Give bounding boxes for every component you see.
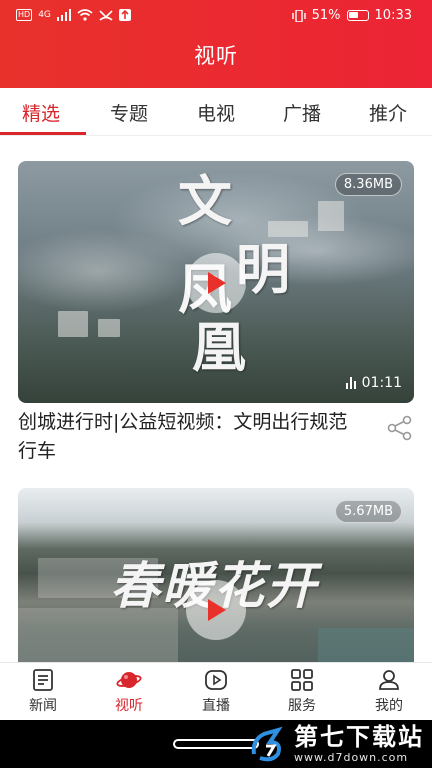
- news-icon: [33, 669, 53, 691]
- app-header: HD 4G 51% 10:33 视听: [0, 0, 432, 88]
- nav-item-live[interactable]: 直播: [186, 667, 246, 715]
- scenery-building: [98, 319, 120, 337]
- nav-item-media[interactable]: 视听: [99, 667, 159, 715]
- tab-topics[interactable]: 专题: [110, 99, 148, 126]
- grid-icon: [291, 669, 313, 691]
- nav-label: 新闻: [29, 698, 57, 714]
- status-left: HD 4G: [16, 9, 131, 21]
- nav-item-profile[interactable]: 我的: [359, 667, 419, 715]
- watermark-url: www.d7down.com: [294, 751, 409, 764]
- status-right: 51% 10:33: [291, 8, 412, 23]
- scenery-building: [318, 201, 344, 231]
- status-bar: HD 4G 51% 10:33: [0, 0, 432, 32]
- missed-call-icon: [99, 10, 113, 21]
- nav-item-news[interactable]: 新闻: [13, 667, 73, 715]
- scenery-building: [268, 221, 308, 237]
- tab-recommend[interactable]: 推介: [369, 99, 407, 126]
- share-icon[interactable]: [386, 414, 414, 442]
- overlay-char: 文: [178, 169, 232, 233]
- watermark-title: 第七下载站: [294, 723, 424, 751]
- app-screen: HD 4G 51% 10:33 视听 精选 专题 电视 广播 推介 文 明 凰 …: [0, 0, 432, 768]
- tab-radio[interactable]: 广播: [283, 99, 321, 126]
- page-title: 视听: [194, 44, 238, 68]
- battery-icon: [346, 10, 369, 21]
- vibrate-icon: [291, 9, 306, 22]
- duration-bars-icon: [345, 377, 356, 389]
- play-icon: [208, 599, 226, 621]
- nav-label: 视听: [115, 698, 143, 714]
- video-thumbnail[interactable]: 文 明 凤 凰 8.36MB 01:11: [18, 161, 414, 403]
- overlay-char: 凰: [192, 315, 246, 379]
- active-tab-indicator: [0, 132, 86, 135]
- play-button[interactable]: [186, 580, 246, 640]
- nav-label: 我的: [375, 698, 403, 714]
- play-button[interactable]: [186, 253, 246, 313]
- file-size-badge: 5.67MB: [334, 500, 402, 523]
- status-time: 10:33: [374, 8, 412, 23]
- signal-icon: [56, 9, 71, 21]
- watermark: 第七下载站 www.d7down.com: [248, 723, 424, 764]
- scenery-building: [58, 311, 88, 337]
- nav-label: 直播: [202, 698, 230, 714]
- planet-icon: [116, 672, 142, 688]
- upload-icon: [118, 9, 131, 21]
- video-thumbnail[interactable]: 春暖花开 5.67MB: [18, 488, 414, 662]
- network-type: 4G: [38, 10, 51, 20]
- video-title[interactable]: 创城进行时|公益短视频：文明出行规范行车: [18, 408, 358, 466]
- nav-label: 服务: [288, 698, 316, 714]
- category-tabs: 精选 专题 电视 广播 推介: [0, 88, 432, 136]
- tab-tv[interactable]: 电视: [197, 99, 235, 126]
- play-icon: [208, 272, 226, 294]
- watermark-text: 第七下载站 www.d7down.com: [294, 723, 424, 764]
- bottom-nav: 新闻 视听 直播 服务 我的: [0, 662, 432, 720]
- live-play-icon: [205, 670, 227, 690]
- home-indicator[interactable]: [173, 739, 259, 749]
- video-feed[interactable]: 文 明 凤 凰 8.36MB 01:11 创城进行时|公益短视频：文明出行规范行…: [0, 137, 432, 662]
- duration-text: 01:11: [361, 375, 402, 391]
- nav-item-services[interactable]: 服务: [272, 667, 332, 715]
- tab-featured[interactable]: 精选: [22, 99, 60, 126]
- scenery-river: [318, 628, 414, 662]
- watermark-logo-icon: [251, 726, 283, 761]
- video-duration: 01:11: [345, 375, 402, 391]
- wifi-icon: [77, 9, 93, 21]
- file-size-badge: 8.36MB: [334, 173, 402, 196]
- hd-indicator: HD: [16, 9, 33, 21]
- battery-percent: 51%: [311, 8, 341, 23]
- user-icon: [379, 670, 399, 690]
